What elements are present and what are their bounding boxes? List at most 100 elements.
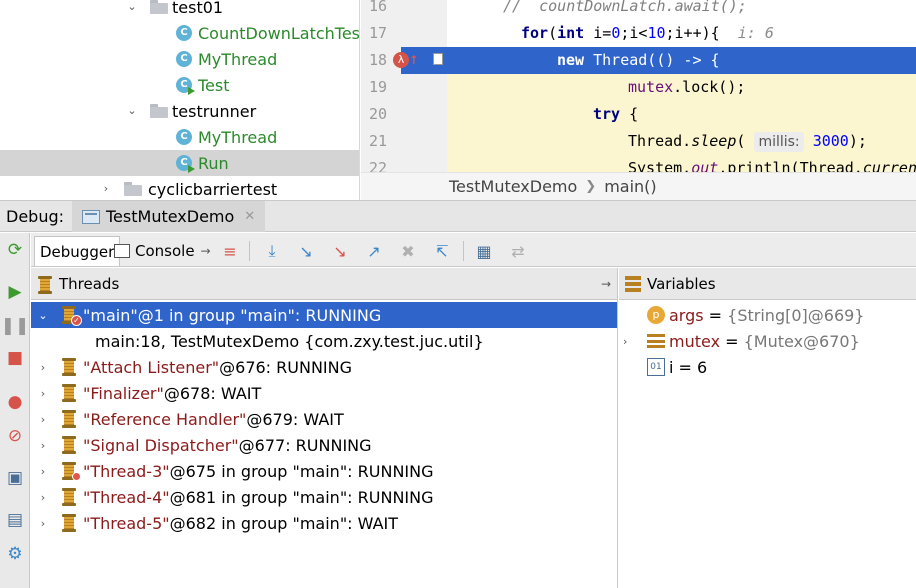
tree-item-mythread-2[interactable]: C MyThread [0,124,359,150]
tree-item-countdownlatchtest[interactable]: C CountDownLatchTest [0,20,360,46]
step-out-icon[interactable]: ↗ [363,240,385,262]
run-to-cursor-icon[interactable]: ↸ [431,240,453,262]
mute-breakpoints-icon[interactable]: ⊘ [4,425,26,447]
tree-item-test[interactable]: C Test [0,72,359,98]
thread-row-thread-5[interactable]: › "Thread-5"@682 in group "main": WAIT [31,510,617,536]
trace-stream-icon[interactable]: ⇄ [507,240,529,262]
tree-item-label: testrunner [172,101,257,121]
tree-item-label: MyThread [198,127,278,147]
code-editor[interactable]: 16 // countDownLatch.await(); 17 for(int… [361,0,916,172]
parameter-icon: p [647,306,665,324]
tree-item-run[interactable]: C Run [0,150,359,176]
breadcrumb-separator-icon: ❯ [585,179,597,194]
debug-session-tab[interactable]: TestMutexDemo ✕ [72,201,266,232]
evaluate-expression-icon[interactable]: ▦ [473,240,495,262]
code-line-19[interactable]: 19 mutex.lock(); [361,74,916,101]
tab-debugger[interactable]: Debugger [34,236,121,266]
code-text: mutex.lock(); [628,78,746,96]
thread-row-main[interactable]: ⌄ ✓ "main"@1 in group "main": RUNNING [31,302,617,328]
thread-icon [61,514,77,532]
chevron-right-icon[interactable]: › [37,439,49,452]
variable-row-mutex[interactable]: › mutex = {Mutex@670} [619,328,916,354]
thread-row-thread-4[interactable]: › "Thread-4"@681 in group "main": RUNNIN… [31,484,617,510]
resume-icon[interactable]: ▶ [4,281,26,303]
tree-item-label: MyThread [198,49,278,69]
chevron-right-icon[interactable]: › [37,413,49,426]
class-icon: C [176,51,192,67]
chevron-down-icon[interactable]: ⌄ [126,1,138,13]
drop-frame-icon[interactable]: ✖ [397,240,419,262]
chevron-right-icon[interactable]: › [37,491,49,504]
variables-icon [625,275,641,292]
thread-row-finalizer[interactable]: › "Finalizer"@678: WAIT [31,380,617,406]
tree-item-test01[interactable]: ⌄ test01 [0,0,359,20]
tab-console[interactable]: Console → [109,236,216,266]
chevron-right-icon[interactable]: › [100,183,112,195]
chevron-down-icon[interactable]: ⌄ [126,105,138,117]
code-line-16[interactable]: 16 // countDownLatch.await(); [361,0,916,20]
tree-item-cyclicbarriertest[interactable]: › cyclicbarriertest [0,176,359,200]
close-icon[interactable]: ✕ [244,209,255,224]
code-line-21[interactable]: 21 Thread.sleep( millis: 3000); [361,128,916,155]
settings-gear-icon[interactable]: ⚙ [4,543,26,565]
debug-side-toolbar: ⟳ ▶ ❚❚ ■ ● ⊘ ▣ ▤ ⚙ [0,233,30,588]
rerun-icon[interactable]: ⟳ [4,239,26,261]
thread-row-signal-dispatcher[interactable]: › "Signal Dispatcher"@677: RUNNING [31,432,617,458]
chevron-down-icon[interactable]: ⌄ [37,309,49,322]
breadcrumb-method[interactable]: main() [604,177,656,196]
variable-row-i[interactable]: 01 i = 6 [619,354,916,380]
chevron-right-icon[interactable]: › [37,387,49,400]
code-text: System.out.println(Thread.curren [628,159,916,172]
run-config-icon [82,209,100,224]
breadcrumb-class[interactable]: TestMutexDemo [449,177,577,196]
primitive-int-icon: 01 [647,358,665,376]
force-step-into-icon[interactable]: ↘ [329,240,351,262]
code-line-17[interactable]: 17 for(int i=0;i<10;i++){ i: 6 [361,20,916,47]
code-line-22[interactable]: 22 System.out.println(Thread.curren [361,155,916,172]
line-number: 16 [369,0,388,15]
step-over-icon[interactable]: ⤓ [261,240,283,262]
view-breakpoints-icon[interactable]: ● [4,391,26,413]
code-line-18-current[interactable]: 18 λ ↑ new Thread(() -> { [361,47,916,74]
show-execution-point-icon[interactable]: ≡ [219,240,241,262]
suspended-thread-icon: ✓ [61,306,82,326]
chevron-right-icon[interactable]: › [37,517,49,530]
lambda-breakpoint-icon[interactable]: λ [393,52,409,68]
debug-tool-window-header: Debug: TestMutexDemo ✕ [0,200,916,232]
chevron-right-icon[interactable]: › [37,361,49,374]
chevron-right-icon[interactable]: › [37,465,49,478]
tree-item-label: CountDownLatchTest [198,23,360,43]
thread-row-thread-3[interactable]: › "Thread-3"@675 in group "main": RUNNIN… [31,458,617,484]
package-folder-icon [150,0,168,14]
class-icon: C [176,25,192,41]
line-number: 22 [369,159,388,172]
tree-item-label: test01 [172,0,224,17]
pause-icon[interactable]: ❚❚ [1,315,30,337]
package-folder-icon [150,104,168,118]
code-line-20[interactable]: 20 try { [361,101,916,128]
chevron-right-icon[interactable]: › [623,335,627,348]
class-icon: C [176,129,192,145]
runnable-class-icon: C [176,155,195,173]
session-tab-label: TestMutexDemo [106,207,235,226]
runnable-class-icon: C [176,77,195,95]
stack-frame-row[interactable]: main:18, TestMutexDemo {com.zxy.test.juc… [31,328,617,354]
thread-row-reference-handler[interactable]: › "Reference Handler"@679: WAIT [31,406,617,432]
restore-layout-icon[interactable]: ▤ [4,509,26,531]
parameter-hint: millis: [754,132,804,152]
pin-arrow-icon[interactable]: → [201,244,211,258]
fold-marker-icon[interactable] [433,53,443,65]
camera-icon[interactable]: ▣ [4,467,26,489]
stop-icon[interactable]: ■ [4,347,26,369]
line-number: 21 [369,132,388,150]
tree-item-testrunner[interactable]: ⌄ testrunner [0,98,359,124]
variable-row-args[interactable]: p args = {String[0]@669} [619,302,916,328]
tree-item-mythread[interactable]: C MyThread [0,46,359,72]
thread-icon [61,488,77,506]
step-into-icon[interactable]: ↘ [295,240,317,262]
editor-breadcrumb: TestMutexDemo ❯ main() [361,172,916,200]
pin-arrow-icon[interactable]: → [601,277,611,291]
inline-value-hint: i: 6 [737,24,774,42]
thread-icon [61,358,77,376]
thread-row-attach-listener[interactable]: › "Attach Listener"@676: RUNNING [31,354,617,380]
